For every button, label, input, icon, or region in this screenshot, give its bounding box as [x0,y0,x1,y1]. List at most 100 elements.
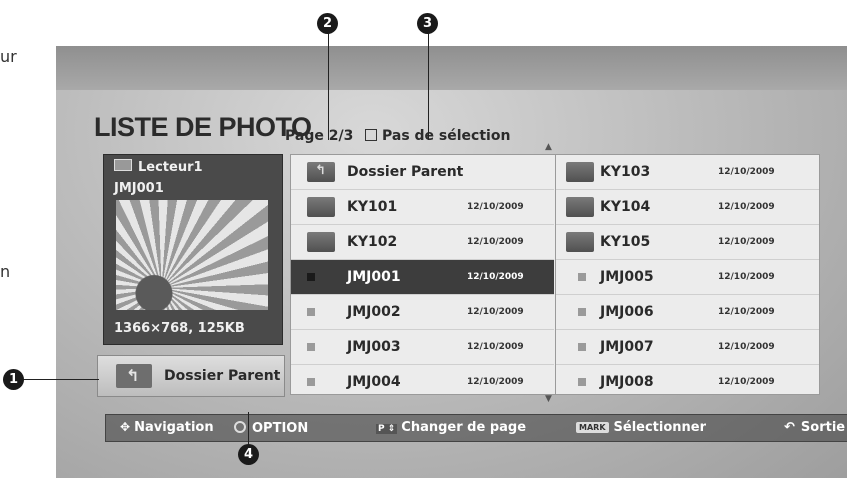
photo-file-icon [578,308,586,316]
folder-icon [307,197,335,217]
item-name: JMJ008 [600,374,654,390]
item-name: JMJ002 [347,304,401,320]
photo-file-icon [307,378,315,386]
folder-icon [566,232,594,252]
list-item[interactable]: KY101 12/10/2009 [291,190,554,225]
item-name: Dossier Parent [347,164,464,180]
parent-folder-button[interactable]: Dossier Parent [97,355,285,397]
item-date: 12/10/2009 [718,237,775,247]
callout-2-leader [328,32,329,140]
option-hint: OPTION [234,420,308,436]
callout-4-leader [248,412,249,448]
list-item[interactable]: Dossier Parent [291,155,554,190]
item-date: 12/10/2009 [467,272,524,282]
callout-3: 3 [417,13,438,34]
folder-up-icon [307,162,335,182]
photo-list-screen: LISTE DE PHOTO Page 2/3 Pas de sélection… [56,46,847,478]
folder-icon [307,232,335,252]
page-key-icon: P ⇕ [376,424,398,434]
page-change-label: Changer de page [401,420,527,435]
item-date: 12/10/2009 [718,167,775,177]
margin-fragment: n [0,262,11,281]
item-name: JMJ005 [600,269,654,285]
list-item[interactable]: JMJ007 12/10/2009 [556,330,819,365]
source-label: Lecteur1 [114,159,203,175]
list-item[interactable]: KY105 12/10/2009 [556,225,819,260]
preview-panel: Lecteur1 JMJ001 1366×768, 125KB [103,154,283,345]
file-column-left: Dossier Parent KY101 12/10/2009 KY102 12/1… [291,155,554,399]
callout-1-leader [22,379,99,380]
item-date: 12/10/2009 [718,307,775,317]
callout-4: 4 [238,444,259,465]
page-indicator: Page 2/3 [285,128,354,144]
item-name: JMJ001 [347,269,401,285]
item-date: 12/10/2009 [718,342,775,352]
callout-3-leader [428,32,429,140]
item-name: KY105 [600,234,651,250]
photo-file-icon [307,343,315,351]
exit-hint: ↶ Sortie [784,420,845,435]
file-column-right: KY103 12/10/2009 KY104 12/10/2009 KY105 12/… [555,155,819,394]
photo-file-icon [307,273,315,281]
list-item[interactable]: KY103 12/10/2009 [556,155,819,190]
item-name: JMJ006 [600,304,654,320]
folder-up-icon [116,364,152,388]
select-label: Sélectionner [613,420,707,435]
item-name: KY102 [347,234,398,250]
item-date: 12/10/2009 [467,377,524,387]
navigation-hint: ✥ Navigation [120,420,214,435]
source-name: Lecteur1 [138,160,203,175]
list-item[interactable]: JMJ005 12/10/2009 [556,260,819,295]
item-name: JMJ007 [600,339,654,355]
folder-icon [566,162,594,182]
item-name: JMJ003 [347,339,401,355]
item-date: 12/10/2009 [718,272,775,282]
option-button-icon [234,421,246,433]
item-date: 12/10/2009 [467,342,524,352]
item-date: 12/10/2009 [467,237,524,247]
list-item-selected[interactable]: JMJ001 12/10/2009 [291,260,554,295]
exit-arrow-icon: ↶ [784,420,795,435]
scroll-up-icon[interactable]: ▲ [545,142,552,152]
scroll-down-icon[interactable]: ▼ [545,394,552,404]
key-guide-bar: ✥ Navigation OPTION P ⇕ Changer de page MA… [105,414,847,442]
list-item[interactable]: KY102 12/10/2009 [291,225,554,260]
exit-label: Sortie [800,420,846,435]
usb-drive-icon [114,159,132,171]
mark-key-icon: MARK [576,422,609,433]
folder-icon [566,197,594,217]
navigation-label: Navigation [134,420,214,435]
item-date: 12/10/2009 [467,202,524,212]
margin-fragment: ur [0,47,17,66]
navigation-arrows-icon: ✥ [120,420,131,434]
list-item[interactable]: JMJ002 12/10/2009 [291,295,554,330]
item-name: KY101 [347,199,398,215]
top-band [56,46,847,90]
photo-file-icon [578,273,586,281]
item-date: 12/10/2009 [467,307,524,317]
list-item[interactable]: JMJ006 12/10/2009 [556,295,819,330]
parent-folder-button-label: Dossier Parent [164,368,281,384]
page-change-hint: P ⇕ Changer de page [376,420,526,435]
photo-file-icon [307,308,315,316]
photo-file-icon [578,378,586,386]
list-item[interactable]: KY104 12/10/2009 [556,190,819,225]
list-item[interactable]: JMJ004 12/10/2009 [291,365,554,399]
photo-file-icon [578,343,586,351]
callout-1: 1 [3,369,24,390]
item-name: KY104 [600,199,651,215]
photo-info: 1366×768, 125KB [114,321,245,336]
list-item[interactable]: JMJ008 12/10/2009 [556,365,819,399]
item-name: JMJ004 [347,374,401,390]
preview-file-name: JMJ001 [114,181,164,196]
selection-label: Pas de sélection [382,128,511,144]
item-name: KY103 [600,164,651,180]
checkbox-icon [365,129,377,141]
option-label: OPTION [252,421,309,436]
list-item[interactable]: JMJ003 12/10/2009 [291,330,554,365]
callout-2: 2 [317,13,338,34]
item-date: 12/10/2009 [718,377,775,387]
photo-thumbnail [116,200,268,310]
file-grid: Dossier Parent KY101 12/10/2009 KY102 12/1… [290,154,820,395]
selection-status: Pas de sélection [365,128,510,144]
